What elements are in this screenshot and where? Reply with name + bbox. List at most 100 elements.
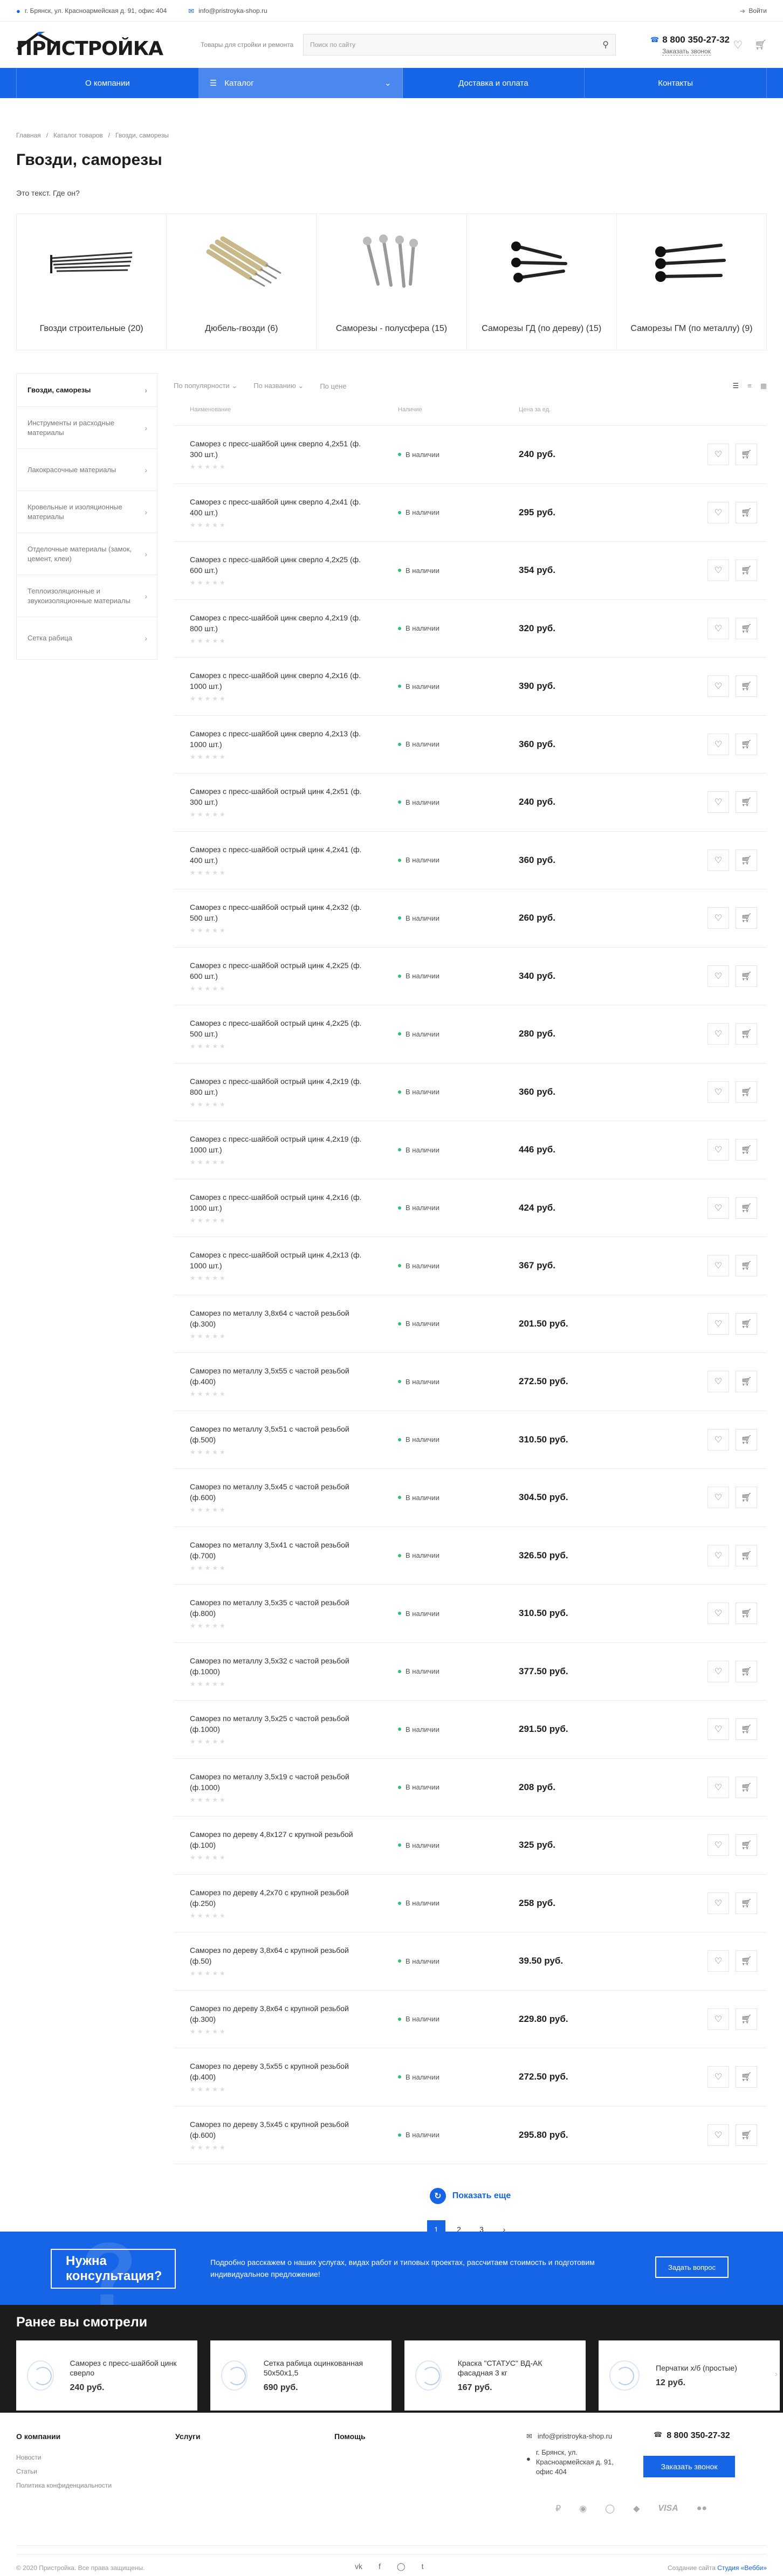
subcategory-card[interactable]: Саморезы - полусфера (15) (317, 214, 467, 350)
made-by[interactable]: Создание сайта Студия «Вебби» (668, 2564, 767, 2572)
nav-item-contacts[interactable]: Контакты (585, 68, 767, 98)
table-row[interactable]: Саморез по дереву 3,5х45 с крупной резьб… (174, 2107, 767, 2164)
add-to-cart-button[interactable]: 🛒︎ (736, 444, 757, 466)
footer-callback-button[interactable]: Заказать звонок (643, 2456, 735, 2477)
product-name[interactable]: Саморез по металлу 3,5х19 с частой резьб… (190, 1771, 366, 1793)
add-to-cart-button[interactable]: 🛒︎ (736, 1834, 757, 1856)
add-to-cart-button[interactable]: 🛒︎ (736, 1023, 757, 1045)
product-name[interactable]: Саморез с пресс-шайбой цинк сверло 4,2х5… (190, 438, 366, 460)
add-to-cart-button[interactable]: 🛒︎ (736, 1603, 757, 1625)
table-row[interactable]: Саморез по металлу 3,5х35 с частой резьб… (174, 1585, 767, 1643)
table-row[interactable]: Саморез с пресс-шайбой цинк сверло 4,2х4… (174, 484, 767, 542)
product-name[interactable]: Саморез по дереву 3,8х64 с крупной резьб… (190, 1945, 366, 1966)
login-link[interactable]: ➜ Войти (740, 7, 767, 15)
favorite-button[interactable]: ♡ (708, 2124, 729, 2146)
add-to-cart-button[interactable]: 🛒︎ (736, 1428, 757, 1451)
favorite-button[interactable]: ♡ (708, 907, 729, 929)
footer-col-title[interactable]: Помощь (334, 2432, 366, 2441)
product-name[interactable]: Саморез с пресс-шайбой острый цинк 4,2х1… (190, 1134, 366, 1155)
table-row[interactable]: Саморез с пресс-шайбой острый цинк 4,2х2… (174, 1005, 767, 1063)
table-row[interactable]: Саморез по металлу 3,5х51 с частой резьб… (174, 1411, 767, 1469)
product-name[interactable]: Саморез по металлу 3,5х32 с частой резьб… (190, 1655, 366, 1677)
favorite-button[interactable]: ♡ (708, 1139, 729, 1161)
product-name[interactable]: Саморез по дереву 3,5х45 с крупной резьб… (190, 2119, 366, 2140)
subcategory-card[interactable]: Дюбель-гвозди (6) (167, 214, 317, 350)
search-icon[interactable]: ⚲ (602, 39, 609, 50)
add-to-cart-button[interactable]: 🛒︎ (736, 1371, 757, 1393)
product-name[interactable]: Саморез с пресс-шайбой острый цинк 4,2х4… (190, 844, 366, 866)
sort-popularity[interactable]: По популярности ⌄ (174, 382, 237, 390)
table-row[interactable]: Саморез с пресс-шайбой острый цинк 4,2х1… (174, 1063, 767, 1121)
nav-item-delivery[interactable]: Доставка и оплата (403, 68, 585, 98)
product-name[interactable]: Саморез с пресс-шайбой острый цинк 4,2х5… (190, 786, 366, 807)
sidebar-item-roofing[interactable]: Кровельные и изоляционные материалы › (17, 491, 157, 533)
footer-link[interactable]: Статьи (16, 2468, 112, 2475)
table-row[interactable]: Саморез по дереву 3,5х55 с крупной резьб… (174, 2048, 767, 2107)
table-row[interactable]: Саморез по дереву 4,2х70 с крупной резьб… (174, 1875, 767, 1932)
nav-item-catalog[interactable]: ☰ Каталог ⌄ (198, 68, 403, 98)
product-name[interactable]: Саморез по металлу 3,5х41 с частой резьб… (190, 1539, 366, 1561)
show-more-button[interactable]: ↻ Показать еще (174, 2188, 767, 2204)
table-row[interactable]: Саморез с пресс-шайбой цинк сверло 4,2х5… (174, 426, 767, 484)
add-to-cart-button[interactable]: 🛒︎ (736, 2008, 757, 2030)
product-name[interactable]: Саморез по металлу 3,5х51 с частой резьб… (190, 1424, 366, 1445)
table-row[interactable]: Саморез с пресс-шайбой острый цинк 4,2х2… (174, 948, 767, 1005)
ask-question-button[interactable]: Задать вопрос (655, 2256, 729, 2278)
add-to-cart-button[interactable]: 🛒︎ (736, 965, 757, 987)
table-row[interactable]: Саморез по металлу 3,5х41 с частой резьб… (174, 1527, 767, 1585)
cart-icon[interactable]: 🛒︎ (754, 39, 767, 51)
table-row[interactable]: Саморез с пресс-шайбой острый цинк 4,2х1… (174, 1237, 767, 1295)
favorite-button[interactable]: ♡ (708, 1544, 729, 1566)
add-to-cart-button[interactable]: 🛒︎ (736, 617, 757, 639)
product-name[interactable]: Саморез с пресс-шайбой острый цинк 4,2х1… (190, 1249, 366, 1271)
add-to-cart-button[interactable]: 🛒︎ (736, 560, 757, 582)
favorite-button[interactable]: ♡ (708, 2008, 729, 2030)
recent-card[interactable]: Сетка рабица оцинкованная 50х50х1,5 690 р… (210, 2340, 392, 2411)
product-name[interactable]: Саморез с пресс-шайбой острый цинк 4,2х3… (190, 902, 366, 923)
favorite-button[interactable]: ♡ (708, 1892, 729, 1914)
footer-link[interactable]: Политика конфиденциальности (16, 2482, 112, 2489)
favorite-button[interactable]: ♡ (708, 675, 729, 697)
product-name[interactable]: Саморез с пресс-шайбой цинк сверло 4,2х1… (190, 728, 366, 750)
favorite-button[interactable]: ♡ (708, 501, 729, 523)
product-name[interactable]: Саморез по дереву 3,5х55 с крупной резьб… (190, 2061, 366, 2082)
add-to-cart-button[interactable]: 🛒︎ (736, 1718, 757, 1741)
add-to-cart-button[interactable]: 🛒︎ (736, 1313, 757, 1335)
favorite-button[interactable]: ♡ (708, 1371, 729, 1393)
sidebar-item-insulation[interactable]: Теплоизоляционные и звукоизоляционные ма… (17, 575, 157, 617)
table-row[interactable]: Саморез с пресс-шайбой цинк сверло 4,2х1… (174, 716, 767, 774)
vk-icon[interactable]: vk (355, 2562, 362, 2571)
add-to-cart-button[interactable]: 🛒︎ (736, 907, 757, 929)
nav-item-about[interactable]: О компании (16, 68, 199, 98)
table-row[interactable]: Саморез по металлу 3,5х45 с частой резьб… (174, 1469, 767, 1527)
footer-col-title[interactable]: Услуги (175, 2432, 201, 2441)
sidebar-item-mesh[interactable]: Сетка рабица › (17, 617, 157, 659)
favorite-button[interactable]: ♡ (708, 791, 729, 813)
sidebar-item-tools[interactable]: Инструменты и расходные материалы › (17, 407, 157, 449)
table-row[interactable]: Саморез с пресс-шайбой острый цинк 4,2х5… (174, 774, 767, 832)
product-name[interactable]: Саморез с пресс-шайбой острый цинк 4,2х2… (190, 1018, 366, 1039)
favorite-button[interactable]: ♡ (708, 1603, 729, 1625)
sort-price[interactable]: По цене (320, 382, 346, 390)
add-to-cart-button[interactable]: 🛒︎ (736, 1544, 757, 1566)
add-to-cart-button[interactable]: 🛒︎ (736, 501, 757, 523)
add-to-cart-button[interactable]: 🛒︎ (736, 675, 757, 697)
table-row[interactable]: Саморез с пресс-шайбой острый цинк 4,2х3… (174, 889, 767, 948)
favorite-button[interactable]: ♡ (708, 1081, 729, 1103)
add-to-cart-button[interactable]: 🛒︎ (736, 1660, 757, 1682)
logo[interactable]: ПРИСТРОЙКА (16, 29, 178, 61)
table-row[interactable]: Саморез с пресс-шайбой цинк сверло 4,2х1… (174, 600, 767, 658)
email-link[interactable]: ✉ info@pristroyka-shop.ru (188, 7, 267, 15)
favorite-button[interactable]: ♡ (708, 849, 729, 871)
table-row[interactable]: Саморез с пресс-шайбой цинк сверло 4,2х2… (174, 542, 767, 600)
add-to-cart-button[interactable]: 🛒︎ (736, 1487, 757, 1509)
favorite-button[interactable]: ♡ (708, 733, 729, 755)
table-row[interactable]: Саморез по дереву 4,8х127 с крупной резь… (174, 1817, 767, 1875)
table-row[interactable]: Саморез по дереву 3,8х64 с крупной резьб… (174, 1932, 767, 1991)
add-to-cart-button[interactable]: 🛒︎ (736, 1892, 757, 1914)
favorites-icon[interactable]: ♡ (733, 38, 743, 52)
product-name[interactable]: Саморез по металлу 3,5х45 с частой резьб… (190, 1481, 366, 1503)
grid-view-icon[interactable]: ▦ (760, 382, 767, 390)
product-name[interactable]: Саморез с пресс-шайбой цинк сверло 4,2х1… (190, 670, 366, 692)
product-name[interactable]: Саморез с пресс-шайбой острый цинк 4,2х2… (190, 960, 366, 982)
